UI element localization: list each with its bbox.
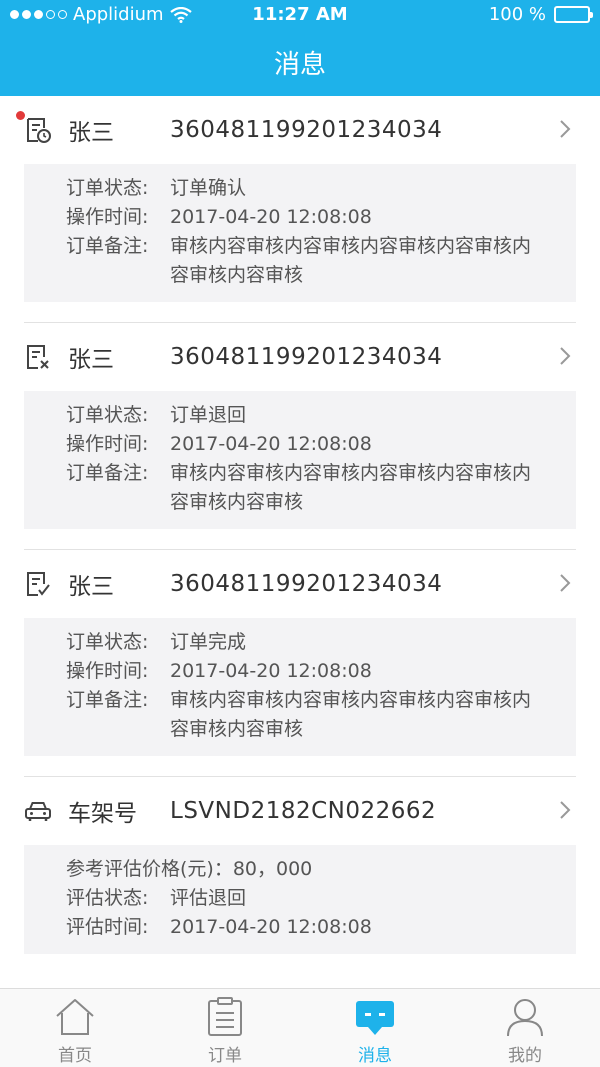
order-returned-icon	[24, 343, 52, 371]
detail-label: 订单状态:	[66, 404, 149, 426]
tab-me-label: 我的	[508, 1046, 542, 1066]
battery-icon	[554, 6, 593, 23]
detail-label: 订单备注:	[66, 235, 149, 257]
detail-row: 订单状态: 订单退回	[66, 401, 576, 430]
message-list[interactable]: 张三 360481199201234034 订单状态: 订单确认 操作时间: 2017…	[0, 96, 600, 988]
detail-row: 操作时间: 2017-04-20 12:08:08	[66, 657, 576, 686]
detail-row: 评估时间: 2017-04-20 12:08:08	[66, 913, 576, 942]
detail-value: 2017-04-20 12:08:08	[170, 433, 372, 455]
detail-value: 订单完成	[170, 631, 247, 653]
detail-value: 审核内容审核内容审核内容审核内容审核内容审核内容审核	[170, 689, 532, 740]
tab-messages-label: 消息	[358, 1046, 392, 1066]
detail-label: 订单备注:	[66, 689, 149, 711]
detail-label: 订单状态:	[66, 177, 149, 199]
tab-me[interactable]: 我的	[450, 989, 600, 1067]
detail-row: 订单备注: 审核内容审核内容审核内容审核内容审核内容审核内容审核	[66, 459, 576, 517]
detail-text: 参考评估价格(元)：80，000	[66, 858, 313, 880]
message-header[interactable]: 张三 360481199201234034	[24, 323, 576, 391]
detail-value: 评估退回	[170, 887, 247, 909]
detail-value: 2017-04-20 12:08:08	[170, 206, 372, 228]
unread-dot	[16, 111, 25, 120]
chevron-right-icon[interactable]	[554, 572, 576, 594]
clipboard-icon	[208, 997, 242, 1036]
tab-home[interactable]: 首页	[0, 989, 150, 1067]
message-icon	[356, 1001, 394, 1035]
detail-row: 订单状态: 订单完成	[66, 628, 576, 657]
detail-label: 操作时间:	[66, 433, 149, 455]
message-header[interactable]: 车架号 LSVND2182CN022662	[24, 777, 576, 845]
detail-value: 2017-04-20 12:08:08	[170, 916, 372, 938]
detail-label: 订单备注:	[66, 462, 149, 484]
message-number: 360481199201234034	[170, 117, 443, 143]
detail-label: 操作时间:	[66, 206, 149, 228]
detail-value: 审核内容审核内容审核内容审核内容审核内容审核内容审核	[170, 462, 532, 513]
car-icon	[24, 797, 52, 825]
detail-value: 订单退回	[170, 404, 247, 426]
message-detail: 订单状态: 订单确认 操作时间: 2017-04-20 12:08:08 订单备注: 审核…	[24, 164, 576, 302]
message-name: 车架号	[68, 801, 137, 827]
tab-orders-label: 订单	[208, 1046, 242, 1066]
message-header[interactable]: 张三 360481199201234034	[24, 550, 576, 618]
message-detail: 参考评估价格(元)：80，000 评估状态: 评估退回 评估时间: 2017-04-20…	[24, 845, 576, 954]
message-name: 张三	[68, 574, 114, 600]
message-number: 360481199201234034	[170, 571, 443, 597]
detail-row: 订单状态: 订单确认	[66, 174, 576, 203]
detail-row: 评估状态: 评估退回	[66, 884, 576, 913]
tab-bar: 首页 订单 消息 我的	[0, 988, 600, 1067]
message-name: 张三	[68, 120, 114, 146]
detail-value: 2017-04-20 12:08:08	[170, 660, 372, 682]
detail-row: 订单备注: 审核内容审核内容审核内容审核内容审核内容审核内容审核	[66, 686, 576, 744]
tab-orders[interactable]: 订单	[150, 989, 300, 1067]
battery-percent: 100 %	[488, 4, 546, 25]
status-bar: Applidium 11:27 AM 100 %	[0, 0, 600, 32]
message-item[interactable]: 张三 360481199201234034 订单状态: 订单完成 操作时间: 2017…	[24, 549, 576, 756]
page-title: 消息	[273, 50, 326, 80]
tab-messages[interactable]: 消息	[300, 989, 450, 1067]
detail-value: 订单确认	[170, 177, 247, 199]
chevron-right-icon[interactable]	[554, 799, 576, 821]
detail-label: 订单状态:	[66, 631, 149, 653]
message-header[interactable]: 张三 360481199201234034	[16, 96, 576, 164]
message-number: LSVND2182CN022662	[170, 798, 437, 824]
message-detail: 订单状态: 订单完成 操作时间: 2017-04-20 12:08:08 订单备注: 审核…	[24, 618, 576, 756]
detail-row: 操作时间: 2017-04-20 12:08:08	[66, 430, 576, 459]
top-bar: Applidium 11:27 AM 100 % 消息	[0, 0, 600, 96]
order-clock-icon	[16, 111, 52, 144]
detail-row: 参考评估价格(元)：80，000	[66, 855, 576, 884]
message-item[interactable]: 张三 360481199201234034 订单状态: 订单确认 操作时间: 2017…	[0, 96, 600, 302]
message-detail: 订单状态: 订单退回 操作时间: 2017-04-20 12:08:08 订单备注: 审核…	[24, 391, 576, 529]
person-icon	[507, 999, 543, 1037]
detail-label: 评估时间:	[66, 916, 149, 938]
message-item[interactable]: 车架号 LSVND2182CN022662 参考评估价格(元)：80，000 评估…	[24, 776, 576, 954]
message-number: 360481199201234034	[170, 344, 443, 370]
detail-row: 操作时间: 2017-04-20 12:08:08	[66, 203, 576, 232]
chevron-right-icon[interactable]	[554, 118, 576, 140]
message-name: 张三	[68, 347, 114, 373]
message-item[interactable]: 张三 360481199201234034 订单状态: 订单退回 操作时间: 2017…	[24, 322, 576, 529]
tab-home-label: 首页	[58, 1046, 92, 1066]
detail-row: 订单备注: 审核内容审核内容审核内容审核内容审核内容审核内容审核	[66, 232, 576, 290]
order-complete-icon	[24, 570, 52, 598]
detail-label: 评估状态:	[66, 887, 149, 909]
detail-label: 操作时间:	[66, 660, 149, 682]
home-icon	[56, 999, 94, 1035]
detail-value: 审核内容审核内容审核内容审核内容审核内容审核内容审核	[170, 235, 532, 286]
chevron-right-icon[interactable]	[554, 345, 576, 367]
